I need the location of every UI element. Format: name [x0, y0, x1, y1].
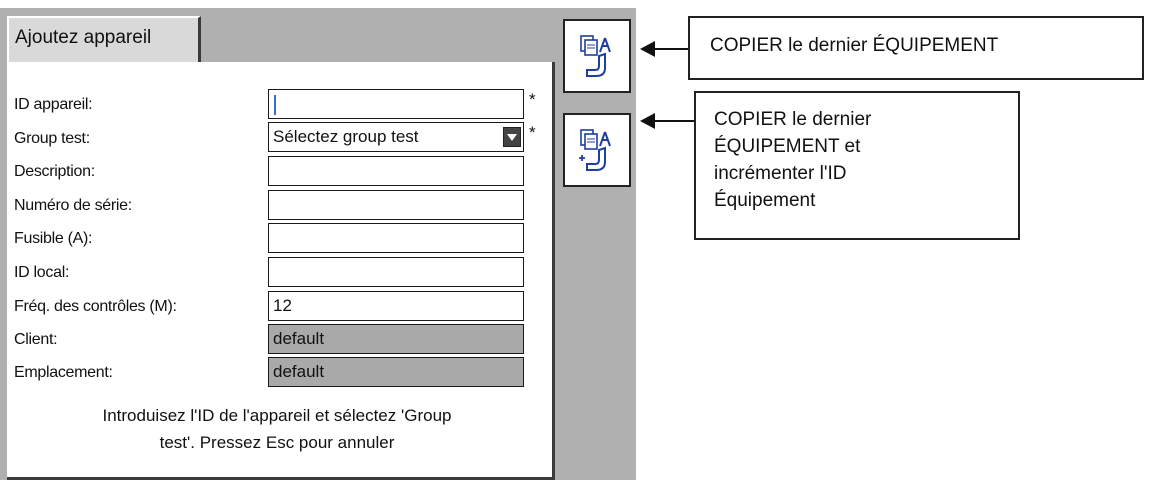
- label-device-id: ID appareil:: [14, 96, 93, 113]
- label-description: Description:: [14, 163, 95, 180]
- text-caret: [274, 95, 276, 115]
- device-screen: Ajoutez appareil ID appareil: * Group te…: [0, 8, 636, 480]
- callout-arrow: [640, 113, 694, 129]
- required-marker: *: [529, 90, 536, 109]
- callout-line: incrémenter l'ID: [714, 163, 847, 184]
- label-fuse: Fusible (A):: [14, 230, 93, 247]
- label-group-test: Group test:: [14, 130, 90, 147]
- description-input[interactable]: [268, 156, 524, 186]
- help-line: Introduisez l'ID de l'appareil et sélect…: [102, 406, 452, 425]
- help-line: test'. Pressez Esc pour annuler: [159, 433, 395, 452]
- group-test-value: Sélectez group test: [273, 127, 419, 146]
- client-field: default: [268, 324, 524, 354]
- test-frequency-input[interactable]: 12: [268, 291, 524, 321]
- callout-line: ÉQUIPEMENT et: [714, 136, 861, 157]
- label-local-id: ID local:: [14, 264, 70, 281]
- callout-copy-increment: COPIER le dernier ÉQUIPEMENT et incrémen…: [694, 91, 1020, 240]
- callout-text: COPIER le dernier ÉQUIPEMENT: [710, 35, 999, 56]
- copy-last-equipment-button[interactable]: [563, 19, 631, 93]
- callout-arrow: [640, 41, 688, 57]
- help-text: Introduisez l'ID de l'appareil et sélect…: [37, 402, 517, 456]
- location-field: default: [268, 357, 524, 387]
- label-client: Client:: [14, 331, 58, 348]
- chevron-down-icon[interactable]: [503, 127, 521, 147]
- label-test-frequency: Fréq. des contrôles (M):: [14, 298, 177, 315]
- local-id-input[interactable]: [268, 257, 524, 287]
- required-marker: *: [529, 123, 536, 142]
- device-id-input[interactable]: [268, 89, 524, 119]
- copy-equipment-icon: [580, 35, 611, 77]
- fuse-input[interactable]: [268, 223, 524, 253]
- callout-line: Équipement: [714, 190, 816, 211]
- label-serial-number: Numéro de série:: [14, 197, 132, 214]
- copy-increment-equipment-icon: [579, 129, 611, 171]
- serial-number-input[interactable]: [268, 190, 524, 220]
- group-test-select[interactable]: Sélectez group test: [268, 122, 524, 152]
- callout-copy-last: COPIER le dernier ÉQUIPEMENT: [688, 16, 1144, 80]
- tab-add-device[interactable]: Ajoutez appareil: [7, 16, 201, 62]
- add-device-form: ID appareil: * Group test: Sélectez grou…: [7, 62, 555, 480]
- label-location: Emplacement:: [14, 364, 113, 381]
- copy-increment-equipment-button[interactable]: [563, 113, 631, 187]
- callout-line: COPIER le dernier: [714, 109, 872, 130]
